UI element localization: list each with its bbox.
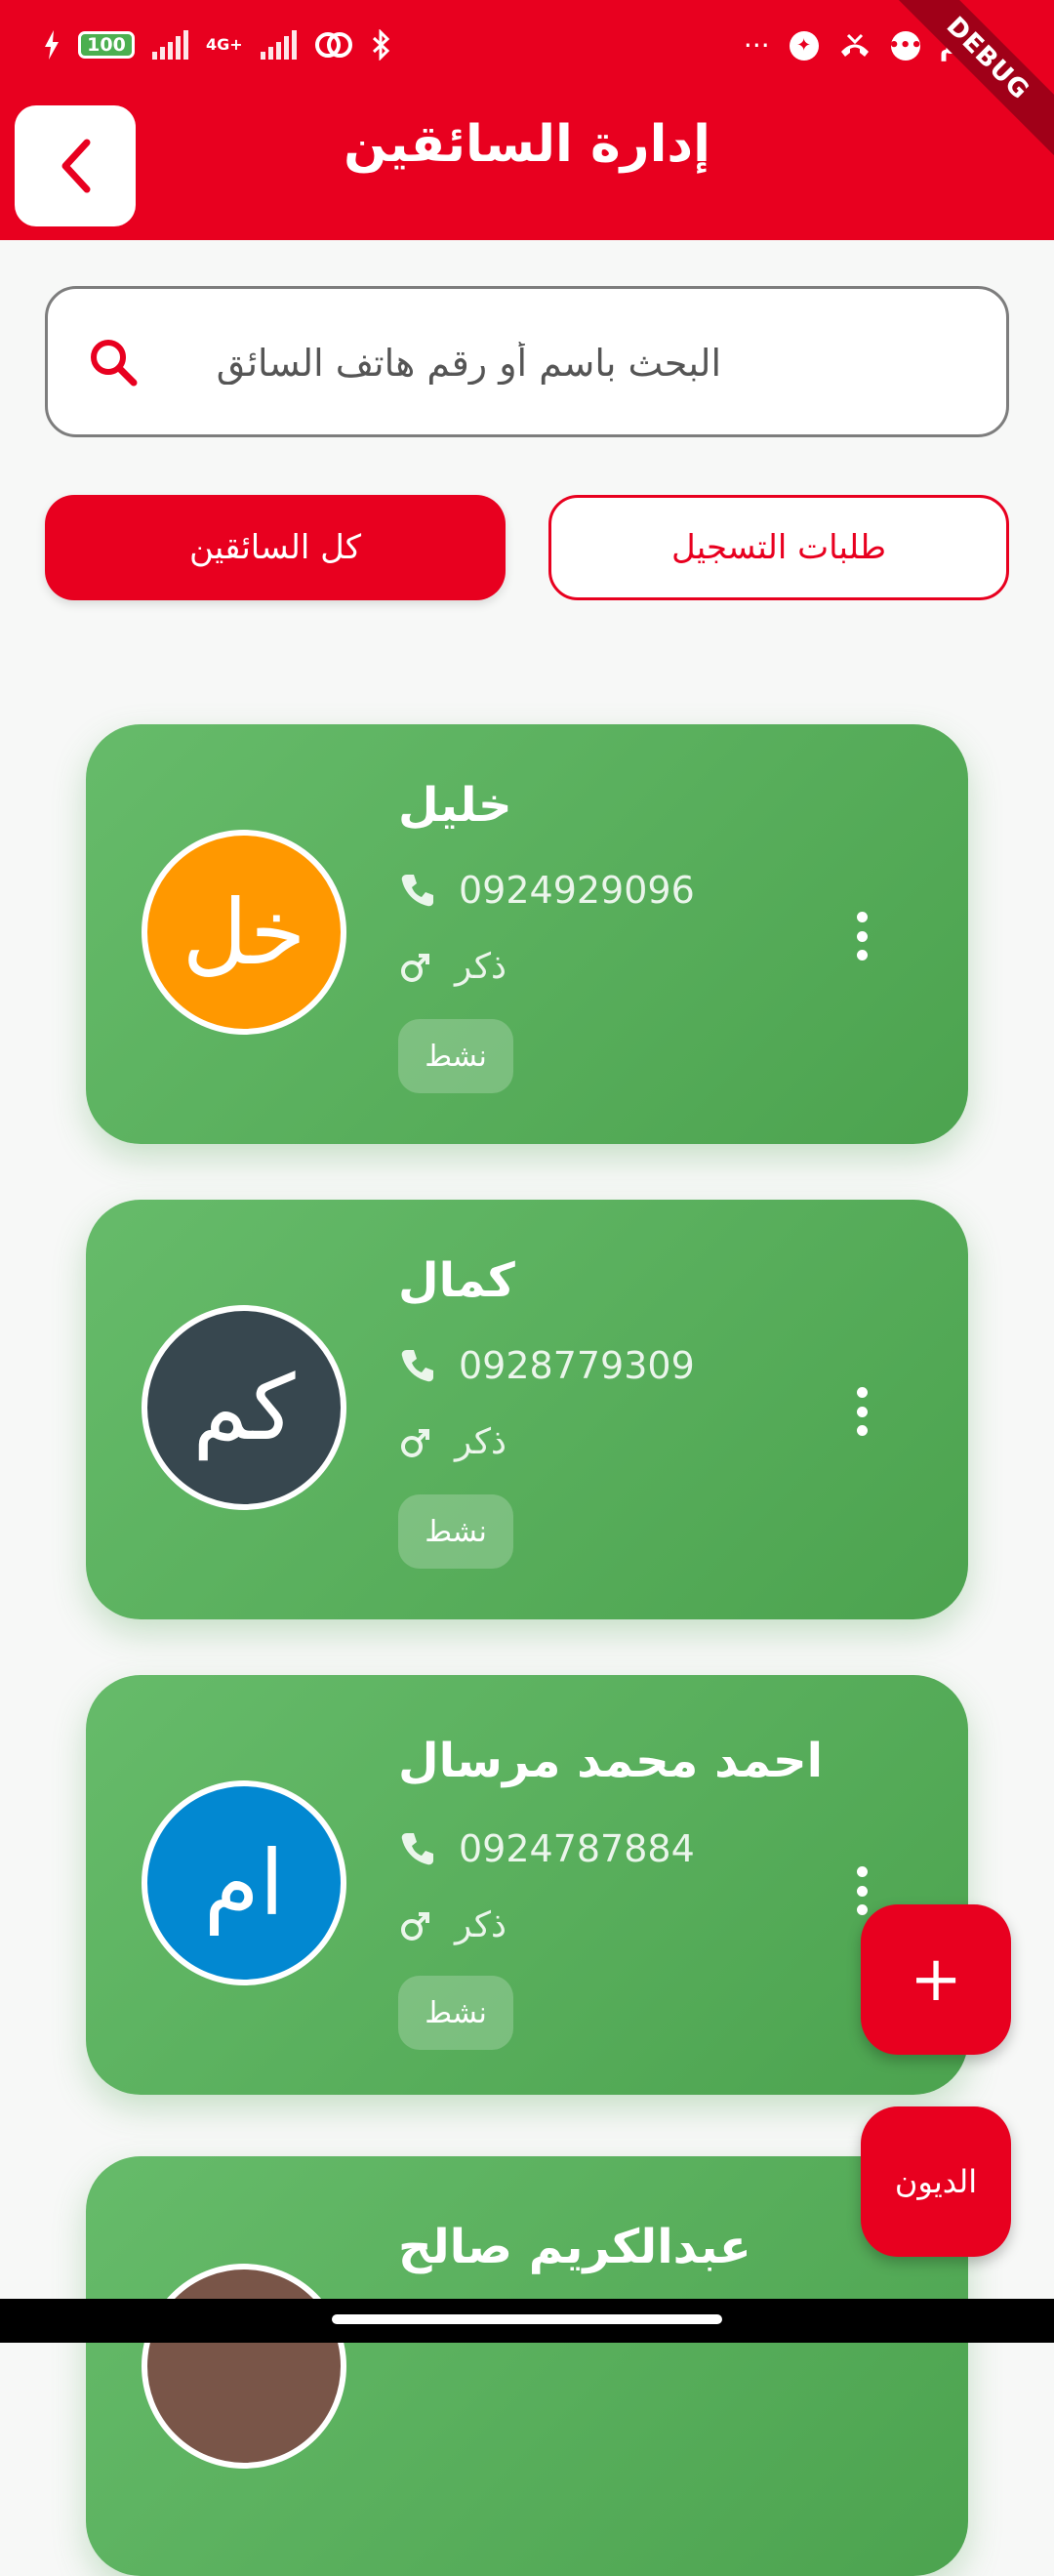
male-icon — [401, 953, 429, 982]
status-bar: 100 4G+ ··· ✦ ••• ٩ م — [0, 0, 1054, 98]
signal-icon — [152, 30, 188, 60]
driver-card[interactable]: ام احمد محمد مرسال 0924787884 ذكر نشط — [86, 1675, 968, 2095]
search-box[interactable] — [45, 286, 1009, 437]
signal-icon-2 — [260, 30, 297, 60]
avatar: ام — [142, 1780, 346, 1985]
phone-icon — [401, 875, 433, 907]
avatar: خل — [142, 830, 346, 1035]
driver-name: خليل — [398, 778, 512, 833]
avatar — [142, 2264, 346, 2469]
more-notifications-icon: ··· — [743, 29, 770, 61]
more-options-icon[interactable] — [842, 1866, 881, 1915]
app-bar: 100 4G+ ··· ✦ ••• ٩ م DEBUG إدارة السائق… — [0, 0, 1054, 240]
phone-icon — [401, 1833, 433, 1865]
driver-card[interactable]: عبدالكريم صالح — [86, 2156, 968, 2576]
driver-phone: 0928779309 — [459, 1344, 695, 1387]
battery-indicator: 100 — [78, 31, 135, 59]
home-gesture-handle[interactable] — [332, 2314, 722, 2324]
phone-icon — [401, 1350, 433, 1382]
page-title: إدارة السائقين — [344, 115, 710, 174]
male-icon — [401, 1428, 429, 1457]
driver-gender: ذكر — [455, 1905, 507, 1945]
driver-gender: ذكر — [455, 947, 507, 987]
chat-icon: ••• — [888, 30, 922, 61]
more-options-icon[interactable] — [842, 912, 881, 961]
network-type: 4G+ — [206, 35, 243, 54]
driver-card[interactable]: كم كمال 0928779309 ذكر نشط — [86, 1200, 968, 1619]
status-badge: نشط — [398, 1976, 513, 2050]
driver-phone: 0924787884 — [459, 1827, 695, 1870]
system-navigation-bar — [0, 2299, 1054, 2343]
tab-registration-requests[interactable]: طلبات التسجيل — [548, 495, 1009, 600]
search-icon — [91, 340, 138, 387]
debts-button[interactable]: الديون — [861, 2106, 1011, 2257]
more-options-icon[interactable] — [842, 1387, 881, 1436]
driver-phone: 0924929096 — [459, 869, 695, 912]
search-input[interactable] — [184, 318, 723, 408]
driver-name: كمال — [398, 1253, 515, 1308]
bluetooth-icon — [372, 29, 389, 61]
male-icon — [401, 1911, 429, 1941]
add-driver-button[interactable]: + — [861, 1904, 1011, 2055]
missed-call-icon — [840, 33, 869, 57]
status-badge: نشط — [398, 1494, 513, 1569]
driver-name: احمد محمد مرسال — [398, 1734, 824, 1788]
avatar: كم — [142, 1305, 346, 1510]
driver-name: عبدالكريم صالح — [398, 2220, 751, 2274]
driver-gender: ذكر — [455, 1422, 507, 1462]
driver-card[interactable]: خل خليل 0924929096 ذكر نشط — [86, 724, 968, 1144]
charging-icon — [45, 30, 59, 60]
tab-all-drivers[interactable]: كل السائقين — [45, 495, 506, 600]
status-badge: نشط — [398, 1019, 513, 1093]
messenger-icon: ✦ — [789, 30, 819, 61]
hotspot-icon — [314, 32, 352, 58]
